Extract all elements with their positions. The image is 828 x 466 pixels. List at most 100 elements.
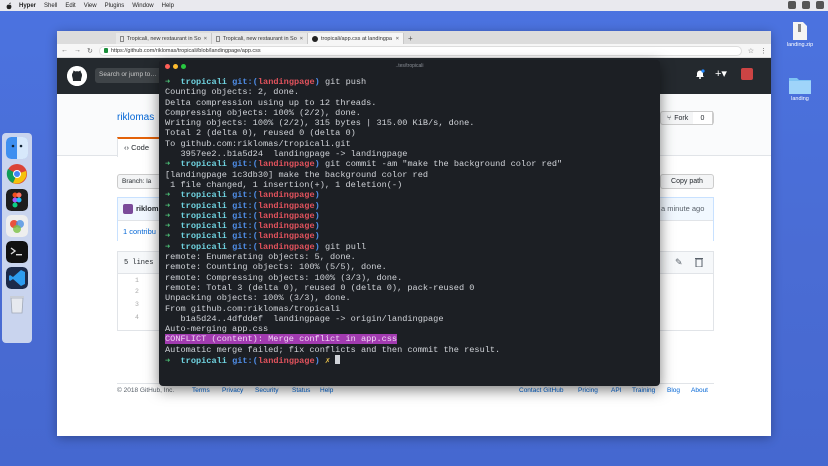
terminal-icon[interactable] [6,241,28,263]
footer-copyright: © 2018 GitHub, Inc. [117,387,175,394]
commit-author-avatar[interactable] [123,204,133,214]
prompt-branch: landingpage [257,210,315,221]
menu-help[interactable]: Help [162,3,174,9]
footer-link-api[interactable]: API [611,387,621,394]
terminal-window[interactable]: ..tes/tropicali ➜ tropicali git:(landing… [159,60,660,386]
footer-link-help[interactable]: Help [320,387,333,394]
desktop-file-zip[interactable]: landing.zip [780,22,820,48]
prompt-git-close: ) [314,210,320,221]
terminal-title: ..tes/tropicali [395,63,424,69]
prompt-git: git:( [232,77,258,87]
prompt-git: git:( [232,159,258,170]
back-icon[interactable]: ← [61,47,68,54]
prompt-dirty-mark: ✗ [319,356,336,367]
lock-icon [103,48,108,53]
create-new-plus-icon[interactable]: +▾ [715,67,727,80]
prompt-dir: tropicali [180,200,233,211]
prompt-git-close: ) [314,221,320,232]
prompt-arrow-icon: ➜ [165,77,181,87]
user-avatar[interactable] [741,68,753,80]
footer-link-blog[interactable]: Blog [667,387,680,394]
close-tab-icon[interactable]: × [300,36,303,42]
terminal-output-line: Writing objects: 100% (2/2), 315 bytes |… [165,118,475,129]
close-tab-icon[interactable]: × [396,36,399,42]
bookmark-star-icon[interactable]: ☆ [748,47,754,55]
footer-link-security[interactable]: Security [255,387,278,394]
github-logo-icon[interactable] [67,66,87,86]
notification-bell-icon[interactable] [695,69,705,79]
prompt-dir: tropicali [180,77,233,87]
contributors-link[interactable]: 1 contribu [123,227,156,236]
footer-link-terms[interactable]: Terms [192,387,210,394]
footer-link-pricing[interactable]: Pricing [578,387,598,394]
footer-link-privacy[interactable]: Privacy [222,387,243,394]
prompt-dir: tropicali [180,241,233,252]
menu-window[interactable]: Window [132,3,153,9]
footer-link-about[interactable]: About [691,387,708,394]
prompt-branch: landingpage [257,241,315,252]
footer-link-status[interactable]: Status [292,387,310,394]
menu-shell[interactable]: Shell [44,3,57,9]
status-icon[interactable] [802,1,810,9]
status-icon[interactable] [816,1,824,9]
tab-label: tropicali/app.css at landingpa [321,35,392,42]
finder-icon[interactable] [6,137,28,159]
status-icon[interactable] [788,1,796,9]
browser-menu-icon[interactable]: ⋮ [760,47,767,55]
prompt-dir: tropicali [180,210,233,221]
prompt-branch: landingpage [257,356,315,367]
url-text: https://github.com/riklomas/tropicali/bl… [110,47,261,54]
prompt-branch: landingpage [257,159,315,170]
fork-label: Fork [674,114,689,122]
figma-icon[interactable] [6,189,28,211]
trash-icon[interactable] [6,293,28,315]
prompt-git: git:( [232,190,258,201]
line-number: 2 [135,288,139,295]
terminal-output[interactable]: ➜ tropicali git:(landingpage) git push Co… [165,77,655,367]
prompt-arrow-icon: ➜ [165,159,181,170]
menu-view[interactable]: View [84,3,97,9]
terminal-output-line: 3957ee2..b1a5d24 landingpage -> landingp… [165,149,408,160]
menu-app-name[interactable]: Hyper [19,3,36,9]
edit-pencil-icon[interactable]: ✎ [675,257,683,268]
line-number: 3 [135,301,139,308]
desktop-folder-landing[interactable]: landing [780,76,820,102]
chrome-icon[interactable] [6,163,28,185]
prompt-command: git pull [319,241,367,252]
menu-plugins[interactable]: Plugins [105,3,125,9]
prompt-branch: landingpage [257,221,315,232]
footer-link-contact[interactable]: Contact GitHub [519,387,563,394]
browser-tab[interactable]: Tropicali, new restaurant in So × [212,33,308,44]
address-bar: ← → ↻ https://github.com/riklomas/tropic… [57,44,771,58]
fork-count[interactable]: 0 [693,111,713,125]
branch-selector-button[interactable]: Branch: la [117,174,163,189]
prompt-git: git:( [232,241,258,252]
photos-icon[interactable] [6,215,28,237]
forward-icon[interactable]: → [74,47,81,54]
prompt-arrow-icon: ➜ [165,200,181,211]
vscode-icon[interactable] [6,267,28,289]
close-tab-icon[interactable]: × [204,36,207,42]
prompt-branch: landingpage [257,200,315,211]
reload-icon[interactable]: ↻ [87,47,93,55]
tab-code[interactable]: ‹› Code [117,137,161,157]
url-field[interactable]: https://github.com/riklomas/tropicali/bl… [98,45,742,56]
terminal-output-line: Counting objects: 2, done. [165,87,300,98]
copy-path-button[interactable]: Copy path [660,174,714,189]
terminal-output-line: Unpacking objects: 100% (3/3), done. [165,293,351,304]
prompt-git-close: ) [314,190,320,201]
footer-link-training[interactable]: Training [632,387,655,394]
browser-tab-active[interactable]: tropicali/app.css at landingpa × [308,33,404,44]
github-search-input[interactable]: Search or jump to… [95,68,165,83]
menu-edit[interactable]: Edit [65,3,75,9]
commit-author-name[interactable]: riklom [136,204,159,213]
browser-tab[interactable]: Tropicali, new restaurant in So × [116,33,212,44]
delete-trash-icon[interactable] [695,257,703,267]
new-tab-icon[interactable]: + [408,33,413,44]
prompt-branch: landingpage [257,77,315,87]
dock [2,133,32,343]
prompt-dir: tropicali [180,356,233,367]
tab-label: Tropicali, new restaurant in So [222,35,297,42]
repo-owner-link[interactable]: riklomas [117,112,154,123]
apple-icon[interactable] [5,2,13,10]
